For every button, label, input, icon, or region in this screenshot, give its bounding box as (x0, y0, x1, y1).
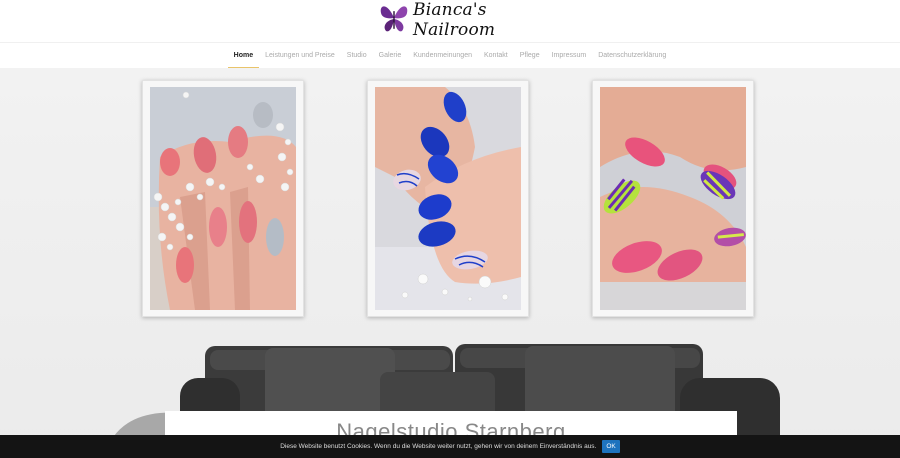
nav-item-kundenmeinungen[interactable]: Kundenmeinungen (412, 43, 473, 69)
cookie-notice-text: Diese Website benutzt Cookies. Wenn du d… (280, 443, 597, 450)
nail-photo-blue (375, 87, 521, 310)
cookie-ok-button[interactable]: OK (602, 440, 620, 453)
site-logo[interactable]: Bianca's Nailroom (378, 0, 528, 40)
nail-photo-colorful (600, 87, 746, 310)
gallery-frame-blue-nails (367, 80, 529, 317)
gallery-frame-colorful-nails (592, 80, 754, 317)
site-header: Bianca's Nailroom (0, 0, 900, 42)
nav-item-galerie[interactable]: Galerie (378, 43, 403, 69)
hero-section: Nagelstudio Starnberg (0, 68, 900, 458)
cookie-notice-bar: Diese Website benutzt Cookies. Wenn du d… (0, 435, 900, 458)
butterfly-icon (378, 1, 410, 40)
nav-item-kontakt[interactable]: Kontakt (483, 43, 509, 69)
nav-item-leistungen[interactable]: Leistungen und Preise (264, 43, 336, 69)
nav-item-datenschutz[interactable]: Datenschutzerklärung (597, 43, 667, 69)
nav-item-studio[interactable]: Studio (346, 43, 368, 69)
nav-item-impressum[interactable]: Impressum (551, 43, 588, 69)
logo-text: Bianca's Nailroom (413, 0, 496, 40)
gallery-frame-pink-nails (142, 80, 304, 317)
nail-photo-pink (150, 87, 296, 310)
nav-item-home[interactable]: Home (227, 43, 260, 69)
nav-item-pflege[interactable]: Pflege (519, 43, 541, 69)
main-nav: Home Leistungen und Preise Studio Galeri… (0, 42, 900, 69)
